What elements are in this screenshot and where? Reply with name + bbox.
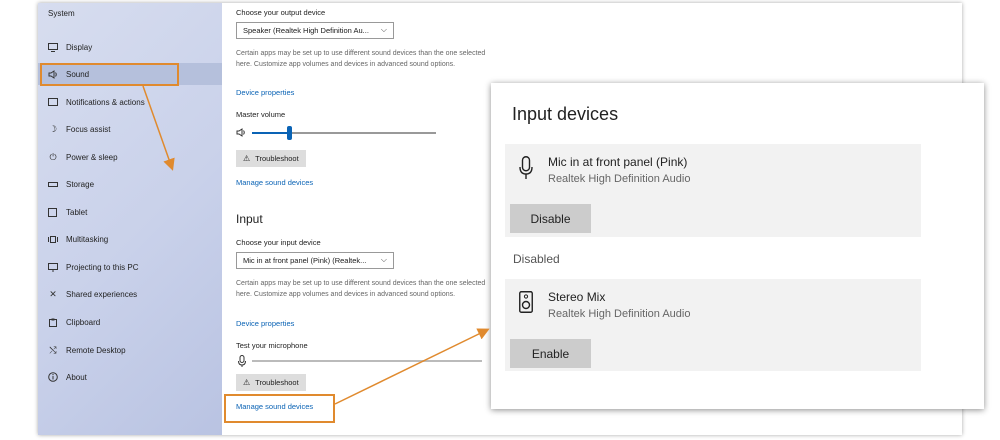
arrow-to-sound <box>142 85 175 171</box>
arrow-to-input-devices <box>334 328 490 405</box>
annotation-arrows <box>142 85 490 405</box>
